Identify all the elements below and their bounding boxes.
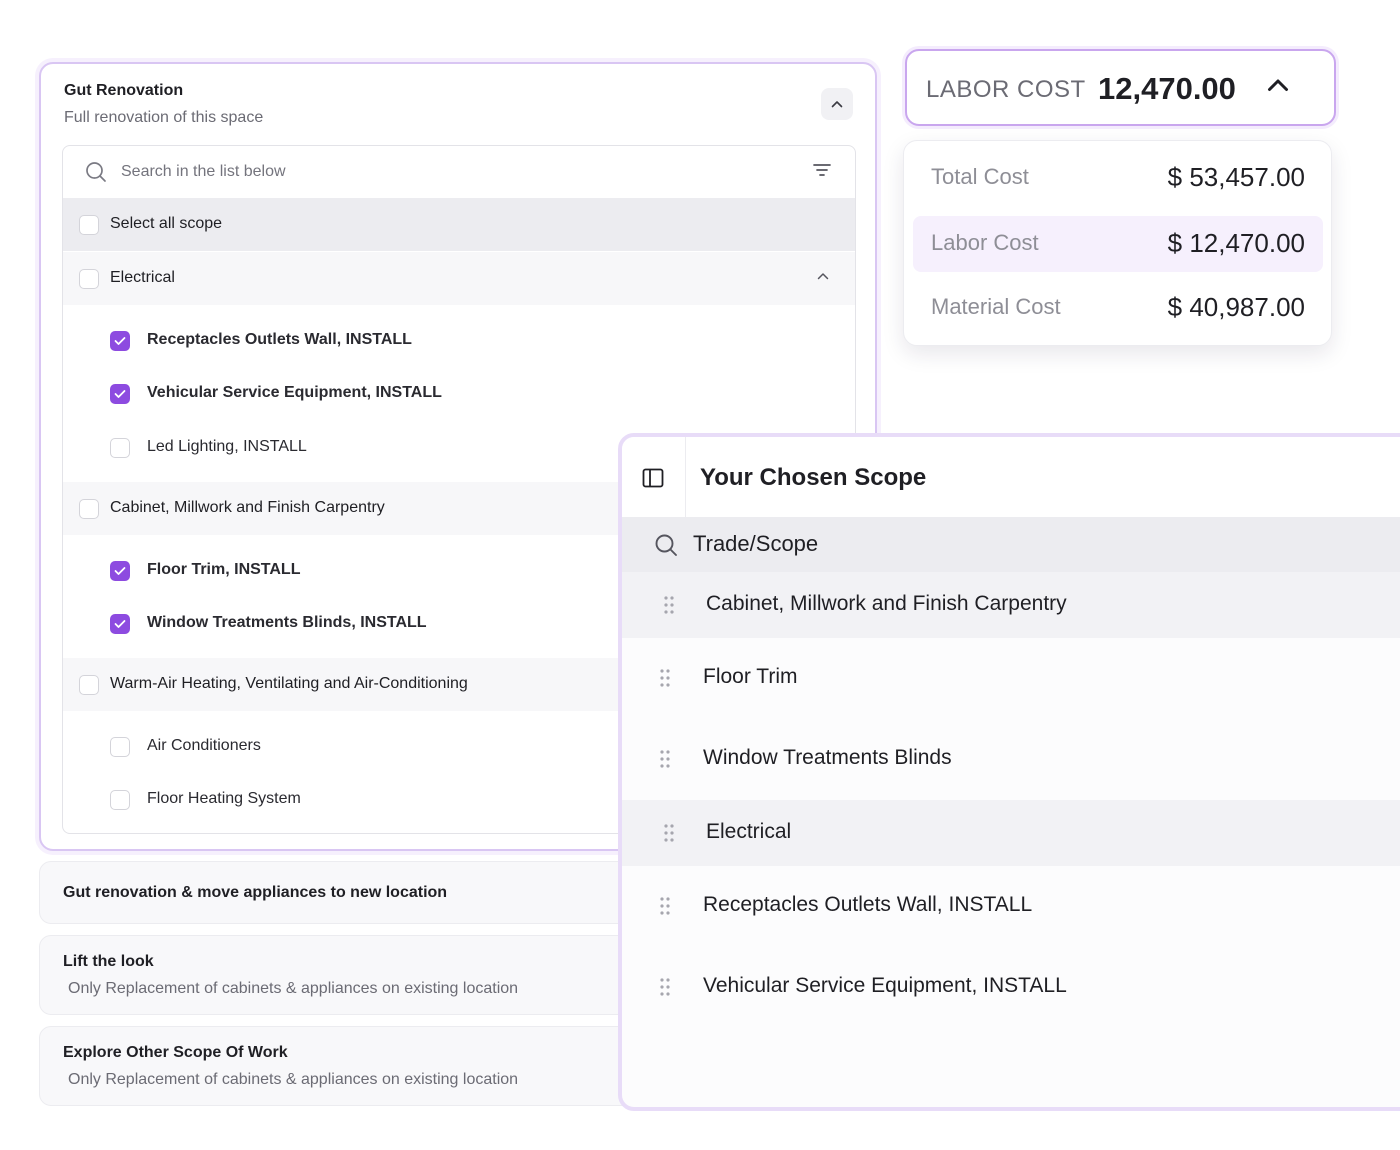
item-label: Vehicular Service Equipment, INSTALL [147, 384, 442, 401]
select-all-checkbox[interactable] [79, 215, 99, 235]
search-input[interactable] [121, 158, 721, 186]
scope-option-card[interactable]: Lift the look Only Replacement of cabine… [39, 935, 639, 1015]
cost-value: $ 12,470.00 [1167, 228, 1305, 258]
scope-panel-title: Your Chosen Scope [700, 464, 927, 491]
drag-handle-icon[interactable] [664, 824, 674, 842]
item-label: Floor Heating System [147, 790, 301, 807]
labor-cost-toggle[interactable]: LABOR COST 12,470.00 [905, 49, 1336, 126]
cost-row-material[interactable]: Material Cost $ 40,987.00 [913, 280, 1323, 336]
group-label: Cabinet, Millwork and Finish Carpentry [110, 499, 385, 516]
scope-row-label: Vehicular Service Equipment, INSTALL [703, 974, 1067, 997]
scope-row-label: Window Treatments Blinds [703, 746, 952, 769]
scope-item-row[interactable]: Receptacles Outlets Wall, INSTALL [63, 314, 855, 367]
item-checkbox-checked[interactable] [110, 614, 130, 634]
card-title: Gut Renovation [64, 82, 184, 99]
drag-handle-icon[interactable] [660, 978, 670, 996]
drag-handle-icon[interactable] [660, 750, 670, 768]
labor-cost-label: LABOR COST [926, 76, 1086, 103]
select-all-label: Select all scope [110, 215, 223, 232]
option-title: Explore Other Scope Of Work [63, 1044, 288, 1061]
scope-option-card[interactable]: Explore Other Scope Of Work Only Replace… [39, 1026, 639, 1106]
scope-row-label: Floor Trim [703, 665, 798, 688]
item-checkbox-checked[interactable] [110, 384, 130, 404]
check-icon [114, 620, 126, 628]
option-title: Lift the look [63, 953, 154, 970]
item-label: Led Lighting, INSTALL [147, 438, 307, 455]
search-bar [63, 146, 855, 198]
scope-panel-header: Your Chosen Scope [622, 437, 1400, 517]
chosen-scope-panel: Your Chosen Scope Trade/Scope Cabinet, M… [618, 433, 1400, 1111]
card-subtitle: Full renovation of this space [64, 109, 264, 126]
scope-row-group[interactable]: Electrical [622, 800, 1400, 866]
check-icon [114, 567, 126, 575]
scope-row-item[interactable]: Vehicular Service Equipment, INSTALL [622, 946, 1400, 1028]
filter-icon[interactable] [813, 163, 831, 177]
sidebar-toggle-icon[interactable] [642, 468, 664, 488]
scope-column-header[interactable]: Trade/Scope [622, 517, 1400, 572]
search-icon[interactable] [654, 533, 678, 557]
scope-row-label: Receptacles Outlets Wall, INSTALL [703, 893, 1033, 916]
item-label: Receptacles Outlets Wall, INSTALL [147, 331, 412, 348]
cost-row-total[interactable]: Total Cost $ 53,457.00 [913, 150, 1323, 206]
option-subtitle: Only Replacement of cabinets & appliance… [68, 980, 519, 997]
group-checkbox[interactable] [79, 675, 99, 695]
chevron-up-icon[interactable] [1267, 78, 1289, 92]
cost-label: Material Cost [931, 294, 1061, 319]
scope-row-item[interactable]: Receptacles Outlets Wall, INSTALL [622, 866, 1400, 946]
item-checkbox-checked[interactable] [110, 561, 130, 581]
select-all-row[interactable]: Select all scope [63, 198, 855, 251]
option-subtitle: Only Replacement of cabinets & appliance… [68, 1071, 519, 1088]
labor-cost-value: 12,470.00 [1098, 71, 1236, 106]
group-checkbox[interactable] [79, 499, 99, 519]
cost-breakdown-dropdown: Total Cost $ 53,457.00 Labor Cost $ 12,4… [903, 140, 1332, 346]
collapse-button[interactable] [821, 88, 853, 120]
check-icon [114, 390, 126, 398]
drag-handle-icon[interactable] [664, 596, 674, 614]
group-row-electrical[interactable]: Electrical [63, 252, 855, 305]
check-icon [114, 337, 126, 345]
item-label: Window Treatments Blinds, INSTALL [147, 614, 427, 631]
option-title: Gut renovation & move appliances to new … [63, 884, 448, 901]
group-label: Electrical [110, 269, 175, 286]
scope-row-item[interactable]: Window Treatments Blinds [622, 718, 1400, 800]
item-label: Floor Trim, INSTALL [147, 561, 301, 578]
chevron-up-icon [831, 101, 843, 108]
scope-row-item[interactable]: Floor Trim [622, 638, 1400, 718]
item-checkbox-checked[interactable] [110, 331, 130, 351]
drag-handle-icon[interactable] [660, 897, 670, 915]
scope-row-label: Cabinet, Millwork and Finish Carpentry [706, 592, 1067, 615]
group-checkbox[interactable] [79, 269, 99, 289]
scope-row-label: Electrical [706, 820, 792, 843]
cost-row-labor[interactable]: Labor Cost $ 12,470.00 [913, 216, 1323, 272]
drag-handle-icon[interactable] [660, 669, 670, 687]
item-checkbox[interactable] [110, 438, 130, 458]
cost-value: $ 40,987.00 [1167, 292, 1305, 322]
column-label: Trade/Scope [693, 531, 819, 556]
chevron-up-icon[interactable] [817, 272, 829, 280]
search-icon [86, 162, 106, 182]
item-label: Air Conditioners [147, 737, 261, 754]
cost-value: $ 53,457.00 [1167, 162, 1305, 192]
group-label: Warm-Air Heating, Ventilating and Air-Co… [110, 675, 468, 692]
scope-row-group[interactable]: Cabinet, Millwork and Finish Carpentry [622, 572, 1400, 638]
scope-item-row[interactable]: Vehicular Service Equipment, INSTALL [63, 367, 855, 420]
item-checkbox[interactable] [110, 790, 130, 810]
header-divider [685, 437, 686, 517]
scope-option-card[interactable]: Gut renovation & move appliances to new … [39, 861, 639, 924]
item-checkbox[interactable] [110, 737, 130, 757]
cost-label: Labor Cost [931, 230, 1039, 255]
cost-label: Total Cost [931, 164, 1029, 189]
